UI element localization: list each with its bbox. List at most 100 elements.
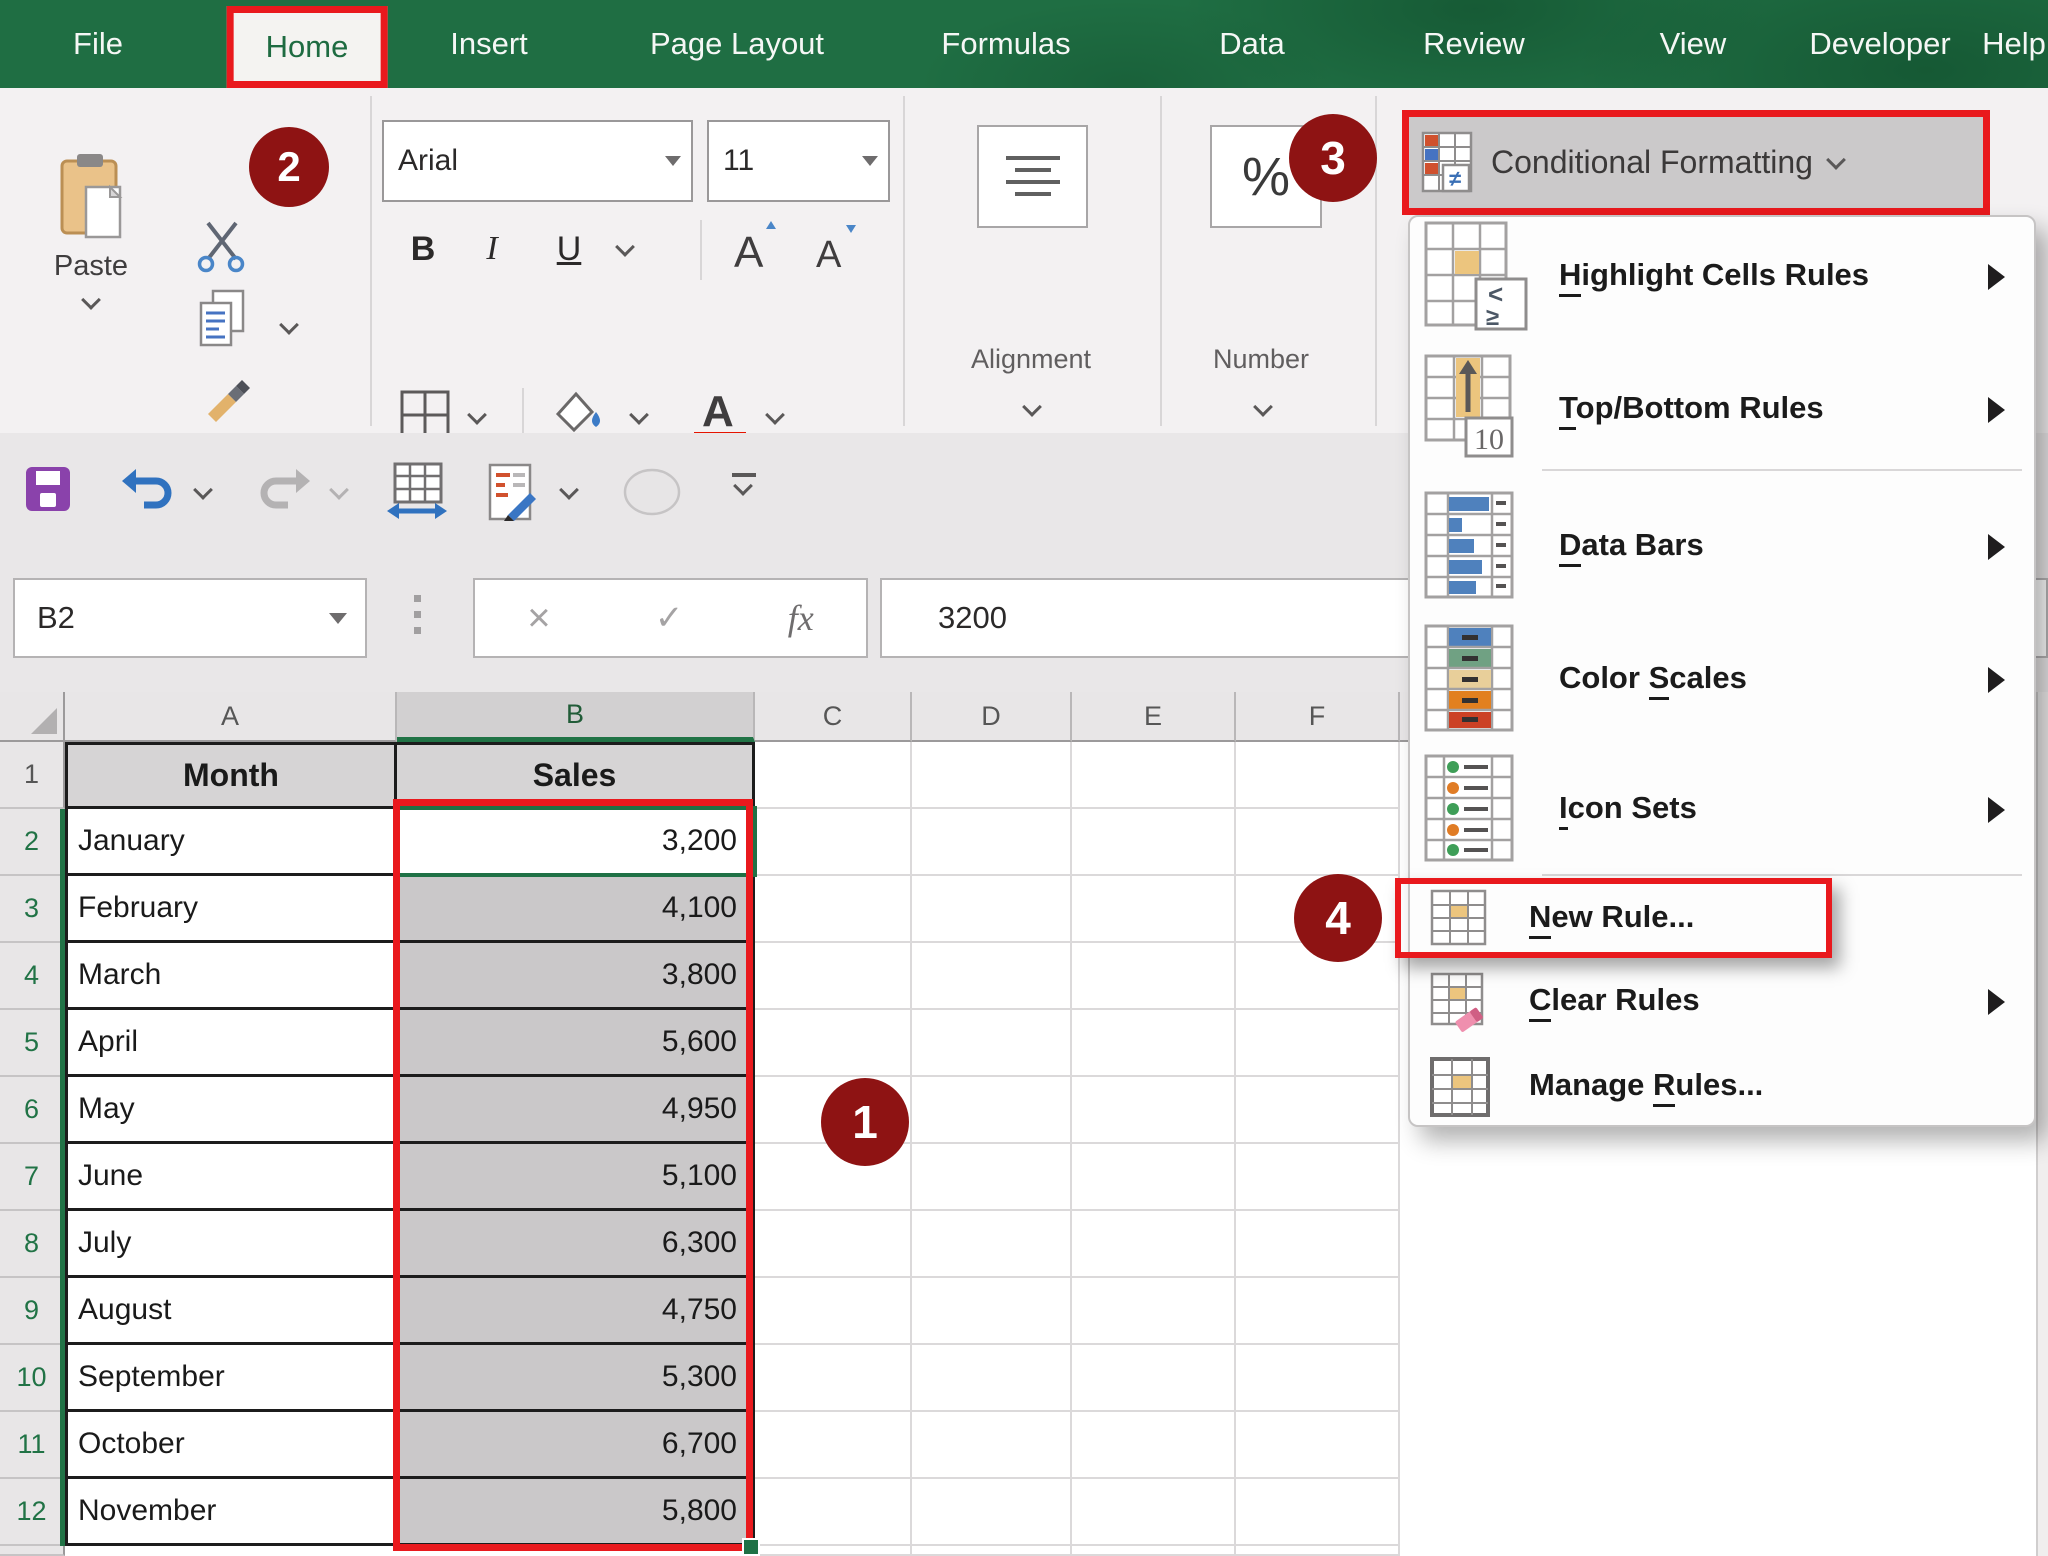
empty-cell[interactable] <box>912 742 1072 809</box>
bold-button[interactable]: B <box>398 218 448 280</box>
empty-cell[interactable] <box>1072 742 1236 809</box>
empty-cell[interactable] <box>912 809 1072 876</box>
enter-button[interactable]: ✓ <box>655 598 684 638</box>
row-header-13[interactable] <box>0 1546 65 1556</box>
underline-button[interactable]: U <box>542 218 596 280</box>
italic-button[interactable]: I <box>470 218 514 280</box>
tab-home[interactable]: Home <box>227 6 388 88</box>
paste-button[interactable]: Paste <box>28 112 154 348</box>
redo-button[interactable] <box>254 467 310 518</box>
empty-cell[interactable] <box>755 742 912 809</box>
column-header-F[interactable]: F <box>1236 692 1400 742</box>
empty-cell[interactable] <box>755 1211 912 1278</box>
row-header-7[interactable]: 7 <box>0 1144 65 1211</box>
menu-item-manage-rules[interactable]: Manage Rules... <box>1414 1048 2030 1126</box>
copy-dropdown-chevron[interactable] <box>279 315 299 335</box>
row-header-9[interactable]: 9 <box>0 1278 65 1345</box>
row-header-11[interactable]: 11 <box>0 1412 65 1479</box>
column-width-button[interactable] <box>386 461 448 528</box>
cancel-button[interactable]: × <box>527 596 550 641</box>
empty-cell[interactable] <box>912 1479 1072 1546</box>
select-all-button[interactable] <box>0 692 65 742</box>
empty-cell[interactable] <box>1236 809 1400 876</box>
conditional-formatting-button[interactable]: ≠ Conditional Formatting <box>1402 110 1990 215</box>
empty-cell[interactable] <box>1236 1144 1400 1211</box>
tab-insert[interactable]: Insert <box>450 0 528 88</box>
row-header-12[interactable]: 12 <box>0 1479 65 1546</box>
column-header-A[interactable]: A <box>65 692 397 742</box>
font-name-dropdown-arrow[interactable] <box>665 156 681 166</box>
row-header-4[interactable]: 4 <box>0 943 65 1010</box>
empty-cell[interactable] <box>755 1010 912 1077</box>
cell-A5[interactable]: April <box>65 1010 397 1077</box>
paste-dropdown-chevron[interactable] <box>81 290 101 310</box>
empty-cell[interactable] <box>912 1077 1072 1144</box>
formula-bar-splitter[interactable] <box>414 595 421 634</box>
number-expand-chevron[interactable] <box>1253 397 1273 417</box>
menu-item-clear-rules[interactable]: Clear Rules <box>1414 963 2030 1041</box>
empty-cell[interactable] <box>1236 1010 1400 1077</box>
cell-A11[interactable]: October <box>65 1412 397 1479</box>
underline-dropdown-chevron[interactable] <box>615 237 635 257</box>
empty-cell[interactable] <box>755 1278 912 1345</box>
empty-cell[interactable] <box>755 809 912 876</box>
empty-cell[interactable] <box>755 1479 912 1546</box>
empty-cell[interactable] <box>1072 1479 1236 1546</box>
form-edit-dropdown-chevron[interactable] <box>559 480 579 500</box>
decrease-font-size-button[interactable]: A <box>804 216 870 280</box>
menu-item-color-scales[interactable]: Color Scales <box>1414 616 2030 744</box>
name-box-dropdown-arrow[interactable] <box>329 613 347 624</box>
empty-cell[interactable] <box>1236 742 1400 809</box>
customize-toolbar-button[interactable] <box>732 473 758 498</box>
row-header-5[interactable]: 5 <box>0 1010 65 1077</box>
empty-cell[interactable] <box>1236 1479 1400 1546</box>
tab-developer[interactable]: Developer <box>1809 0 1950 88</box>
empty-cell[interactable] <box>912 943 1072 1010</box>
font-name-combobox[interactable]: Arial <box>382 120 693 202</box>
empty-cell[interactable] <box>912 1278 1072 1345</box>
cell-A6[interactable]: May <box>65 1077 397 1144</box>
row-header-8[interactable]: 8 <box>0 1211 65 1278</box>
tab-review[interactable]: Review <box>1423 0 1525 88</box>
tab-formulas[interactable]: Formulas <box>941 0 1070 88</box>
form-edit-button[interactable] <box>488 463 540 528</box>
empty-cell[interactable] <box>912 1345 1072 1412</box>
empty-cell[interactable] <box>1236 1077 1400 1144</box>
name-box[interactable]: B2 <box>13 578 367 658</box>
cell-A4[interactable]: March <box>65 943 397 1010</box>
tab-help[interactable]: Help <box>1982 0 2046 88</box>
column-header-B[interactable]: B <box>397 692 755 742</box>
empty-cell[interactable] <box>912 1144 1072 1211</box>
undo-button[interactable] <box>122 467 178 518</box>
menu-item-icon-sets[interactable]: Icon Sets <box>1414 746 2030 874</box>
cell-A7[interactable]: June <box>65 1144 397 1211</box>
insert-function-button[interactable]: fx <box>788 597 814 639</box>
oval-shape-button[interactable] <box>622 467 682 522</box>
font-size-combobox[interactable]: 11 <box>707 120 890 202</box>
font-size-dropdown-arrow[interactable] <box>862 156 878 166</box>
save-button[interactable] <box>24 465 72 518</box>
row-header-2[interactable]: 2 <box>0 809 65 876</box>
empty-cell[interactable] <box>912 1412 1072 1479</box>
empty-cell[interactable] <box>1236 1345 1400 1412</box>
empty-cell[interactable] <box>1072 1010 1236 1077</box>
menu-item-highlight-cells-rules[interactable]: <≥Highlight Cells Rules <box>1414 213 2030 341</box>
cell-A1[interactable]: Month <box>65 742 397 809</box>
column-header-C[interactable]: C <box>755 692 912 742</box>
fill-color-dropdown-chevron[interactable] <box>629 405 649 425</box>
empty-cell[interactable] <box>912 1546 1072 1556</box>
cell-A10[interactable]: September <box>65 1345 397 1412</box>
tab-file[interactable]: File <box>73 0 123 88</box>
column-header-D[interactable]: D <box>912 692 1072 742</box>
empty-cell[interactable] <box>1072 876 1236 943</box>
redo-dropdown-chevron[interactable] <box>329 480 349 500</box>
empty-cell[interactable] <box>912 876 1072 943</box>
menu-item-data-bars[interactable]: Data Bars <box>1414 483 2030 611</box>
borders-dropdown-chevron[interactable] <box>467 405 487 425</box>
empty-cell[interactable] <box>1236 1211 1400 1278</box>
empty-cell[interactable] <box>1072 1412 1236 1479</box>
vertical-scrollbar[interactable] <box>2036 692 2048 1556</box>
empty-cell[interactable] <box>1072 1077 1236 1144</box>
empty-cell[interactable] <box>1236 1278 1400 1345</box>
empty-cell[interactable] <box>1072 809 1236 876</box>
